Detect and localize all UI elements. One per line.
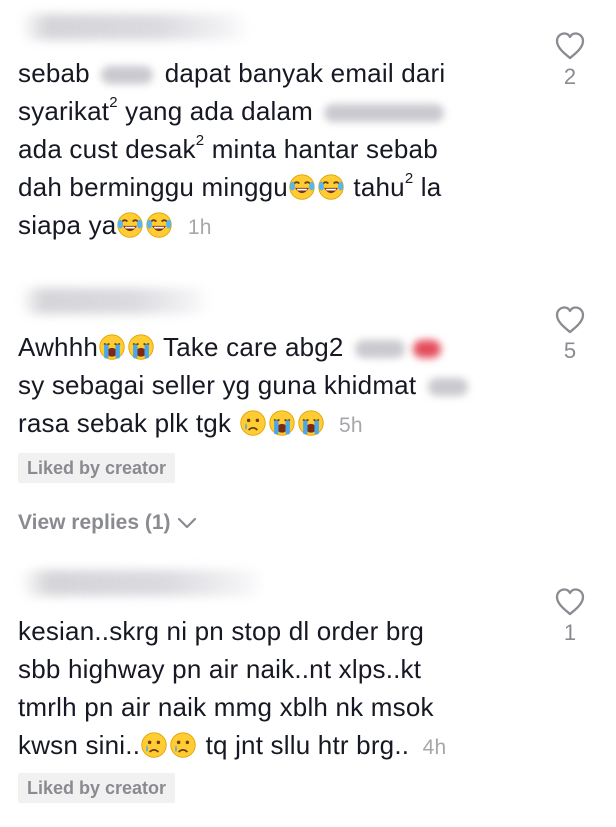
face-with-tears-of-joy-icon: [116, 211, 144, 239]
heart-outline-icon[interactable]: [554, 30, 586, 62]
liked-by-creator-badge: Liked by creator: [18, 453, 176, 483]
loudly-crying-face-icon: [297, 409, 325, 437]
comment-text: Awhhh Take care abg2 sy sebagai seller y…: [18, 328, 528, 442]
redacted-text: [355, 340, 406, 359]
face-with-tears-of-joy-icon: [145, 211, 173, 239]
chevron-down-icon: [177, 517, 196, 529]
like-button[interactable]: 5: [548, 304, 592, 364]
like-button[interactable]: 1: [548, 586, 592, 646]
like-count: 2: [563, 64, 577, 89]
comment-text: sebab dapat banyak email dari syarikat2 …: [18, 58, 446, 240]
loudly-crying-face-icon: [127, 333, 155, 361]
like-count: 1: [563, 620, 577, 645]
username-blurred[interactable]: [20, 288, 210, 314]
comment-timestamp: 5h: [339, 414, 363, 437]
redacted-text: [101, 66, 154, 85]
crying-face-icon: [239, 409, 267, 437]
redacted-text: [324, 104, 445, 123]
like-count: 5: [563, 338, 577, 363]
username-blurred[interactable]: [20, 14, 250, 40]
like-button[interactable]: 2: [548, 30, 592, 90]
redacted-emoji: [413, 340, 442, 359]
heart-outline-icon[interactable]: [554, 304, 586, 336]
loudly-crying-face-icon: [98, 333, 126, 361]
comment-timestamp: 1h: [187, 216, 212, 239]
crying-face-icon: [140, 731, 168, 759]
comment-text: kesian..skrg ni pn stop dl order brg sbb…: [18, 616, 447, 760]
redacted-text: [427, 378, 468, 397]
loudly-crying-face-icon: [268, 409, 296, 437]
face-with-tears-of-joy-icon: [317, 173, 345, 201]
crying-face-icon: [169, 731, 197, 759]
heart-outline-icon[interactable]: [554, 586, 586, 618]
comment-timestamp: 4h: [422, 736, 447, 759]
liked-by-creator-badge: Liked by creator: [18, 773, 176, 803]
username-blurred[interactable]: [20, 570, 265, 596]
face-with-tears-of-joy-icon: [288, 173, 316, 201]
view-replies-button[interactable]: View replies (1): [18, 508, 197, 538]
